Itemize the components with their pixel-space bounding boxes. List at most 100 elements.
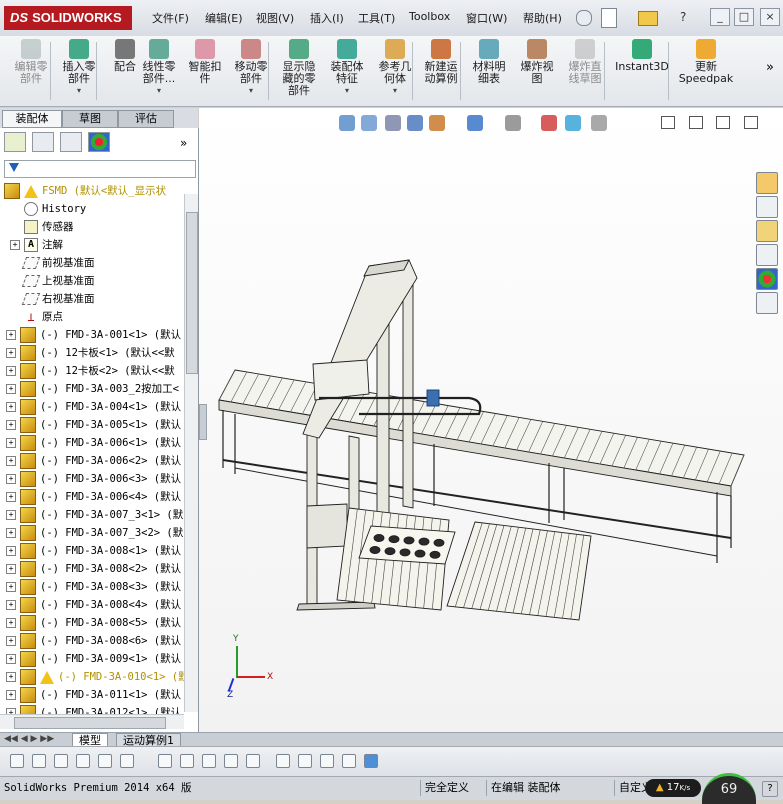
move-icon[interactable] — [298, 754, 312, 768]
expand-toggle-icon[interactable]: + — [6, 384, 16, 394]
zoom-area-icon[interactable] — [361, 115, 377, 131]
feature-tree-scrollbar[interactable] — [184, 194, 198, 712]
expand-toggle-icon[interactable]: + — [6, 600, 16, 610]
expand-toggle-icon[interactable]: + — [10, 240, 20, 250]
tab-evaluate[interactable]: 评估 — [118, 110, 174, 128]
status-help-icon[interactable]: ? — [762, 781, 778, 797]
help-icon[interactable]: ? — [680, 10, 694, 24]
tree-row[interactable]: + (-) FMD-3A-006<3> (默认 — [6, 470, 181, 488]
expand-toggle-icon[interactable]: + — [6, 582, 16, 592]
expand-toggle-icon[interactable]: + — [6, 546, 16, 556]
toolbar-button-13[interactable]: Instant3D — [612, 39, 672, 73]
tree-row[interactable]: History — [10, 200, 86, 218]
expand-toggle-icon[interactable]: + — [6, 636, 16, 646]
pin-icon[interactable] — [576, 10, 592, 26]
tree-row[interactable]: + (-) FMD-3A-005<1> (默认 — [6, 416, 181, 434]
tree-row[interactable]: + (-) FMD-3A-011<1> (默认 — [6, 686, 181, 704]
expand-toggle-icon[interactable]: + — [6, 510, 16, 520]
line-icon[interactable] — [54, 754, 68, 768]
feature-tree-tab-button[interactable] — [4, 132, 26, 152]
tangent-icon[interactable] — [158, 754, 172, 768]
expand-toggle-icon[interactable]: + — [6, 654, 16, 664]
appearance-icon[interactable] — [541, 115, 557, 131]
expand-toggle-icon[interactable]: + — [6, 402, 16, 412]
expand-toggle-icon[interactable]: + — [6, 474, 16, 484]
previous-view-icon[interactable] — [385, 115, 401, 131]
perpendicular-icon[interactable] — [180, 754, 194, 768]
arc-icon[interactable] — [76, 754, 90, 768]
expand-toggle-icon[interactable]: + — [6, 618, 16, 628]
hide-show-icon[interactable] — [505, 115, 521, 131]
tree-row[interactable]: FSMD (默认<默认_显示状 — [4, 182, 166, 200]
menu-item-7[interactable]: 帮助(H) — [523, 10, 562, 26]
tree-row[interactable]: + (-) FMD-3A-007_3<2> (默 — [6, 524, 183, 542]
expand-toggle-icon[interactable]: + — [6, 492, 16, 502]
expand-toggle-icon[interactable]: + — [6, 690, 16, 700]
tree-row[interactable]: + (-) FMD-3A-006<2> (默认 — [6, 452, 181, 470]
toolbar-more-button[interactable]: » — [766, 60, 774, 75]
tree-row[interactable]: 右视基准面 — [10, 290, 95, 308]
window-control-maximize[interactable]: □ — [734, 8, 754, 26]
window-control-minimize[interactable]: _ — [710, 8, 730, 26]
display-style-icon[interactable] — [467, 115, 483, 131]
tree-row[interactable]: + (-) FMD-3A-008<1> (默认 — [6, 542, 181, 560]
hscroll-thumb[interactable] — [14, 717, 166, 729]
section-view-icon[interactable] — [407, 115, 423, 131]
expand-toggle-icon[interactable]: + — [6, 420, 16, 430]
menu-item-5[interactable]: Toolbox — [409, 10, 450, 23]
box-icon[interactable] — [342, 754, 356, 768]
new-document-icon[interactable] — [601, 8, 617, 28]
graphics-viewport[interactable]: Y X Z — [199, 108, 783, 732]
rectangle-icon[interactable] — [120, 754, 134, 768]
window-control-close[interactable]: × — [760, 8, 780, 26]
tab-nav-arrows[interactable]: ◀◀ ◀ ▶ ▶▶ — [4, 734, 54, 744]
toolbar-button-12[interactable]: 爆炸直 线草图 — [562, 39, 608, 85]
tab-sketch[interactable]: 草图 — [62, 110, 118, 128]
toolbar-button-10[interactable]: 材料明 细表 — [466, 39, 512, 85]
toolbar-button-4[interactable]: 智能扣 件 — [182, 39, 228, 85]
tree-row[interactable]: + (-) FMD-3A-010<1> (默 — [6, 668, 189, 686]
expand-toggle-icon[interactable]: + — [6, 564, 16, 574]
tree-row[interactable]: 上视基准面 — [10, 272, 95, 290]
filter-bar[interactable] — [4, 160, 196, 178]
scene-icon[interactable] — [565, 115, 581, 131]
circle-snap-icon[interactable] — [32, 754, 46, 768]
tree-row[interactable]: + (-) FMD-3A-004<1> (默认 — [6, 398, 181, 416]
tree-row[interactable]: + (-) FMD-3A-008<3> (默认 — [6, 578, 181, 596]
angle-icon[interactable] — [224, 754, 238, 768]
tree-row[interactable]: + (-) FMD-3A-008<2> (默认 — [6, 560, 181, 578]
toolbar-button-3[interactable]: 线性零 部件... ▾ — [136, 39, 182, 97]
expand-toggle-icon[interactable]: + — [6, 672, 16, 682]
tree-row[interactable]: + (-) FMD-3A-007_3<1> (默 — [6, 506, 183, 524]
grid-icon[interactable] — [246, 754, 260, 768]
menu-item-3[interactable]: 插入(I) — [310, 10, 344, 26]
tab-assembly[interactable]: 装配体 — [2, 110, 62, 128]
menu-item-4[interactable]: 工具(T) — [358, 10, 395, 26]
toolbar-button-6[interactable]: 显示隐 藏的零 部件 — [276, 39, 322, 97]
view-orientation-icon[interactable] — [429, 115, 445, 131]
toolbar-button-7[interactable]: 装配体 特征 ▾ — [324, 39, 370, 97]
measure-icon[interactable] — [320, 754, 334, 768]
tree-row[interactable]: + (-) FMD-3A-008<5> (默认 — [6, 614, 181, 632]
tree-row[interactable]: 传感器 — [10, 218, 74, 236]
cube-icon[interactable] — [276, 754, 290, 768]
hscroll-bar[interactable] — [0, 714, 184, 729]
tree-row[interactable]: 前视基准面 — [10, 254, 95, 272]
scrollbar-thumb[interactable] — [186, 212, 198, 374]
tree-row[interactable]: + (-) FMD-3A-008<4> (默认 — [6, 596, 181, 614]
tree-row[interactable]: + (-) FMD-3A-006<1> (默认 — [6, 434, 181, 452]
spline-icon[interactable] — [98, 754, 112, 768]
menu-item-1[interactable]: 编辑(E) — [205, 10, 243, 26]
open-folder-icon[interactable] — [638, 11, 658, 26]
expand-toggle-icon[interactable]: + — [6, 348, 16, 358]
configuration-manager-tab-button[interactable] — [60, 132, 82, 152]
tree-row[interactable]: + A 注解 — [10, 236, 63, 254]
expand-toggle-icon[interactable]: + — [6, 528, 16, 538]
toolbar-button-11[interactable]: 爆炸视 图 — [514, 39, 560, 85]
zoom-to-fit-icon[interactable] — [339, 115, 355, 131]
tree-row[interactable]: + (-) FMD-3A-009<1> (默认 — [6, 650, 181, 668]
property-manager-tab-button[interactable] — [32, 132, 54, 152]
tree-row[interactable]: + (-) FMD-3A-001<1> (默认 — [6, 326, 181, 344]
tree-row[interactable]: ⊥ 原点 — [10, 308, 63, 326]
panel-more-button[interactable]: » — [180, 136, 187, 150]
